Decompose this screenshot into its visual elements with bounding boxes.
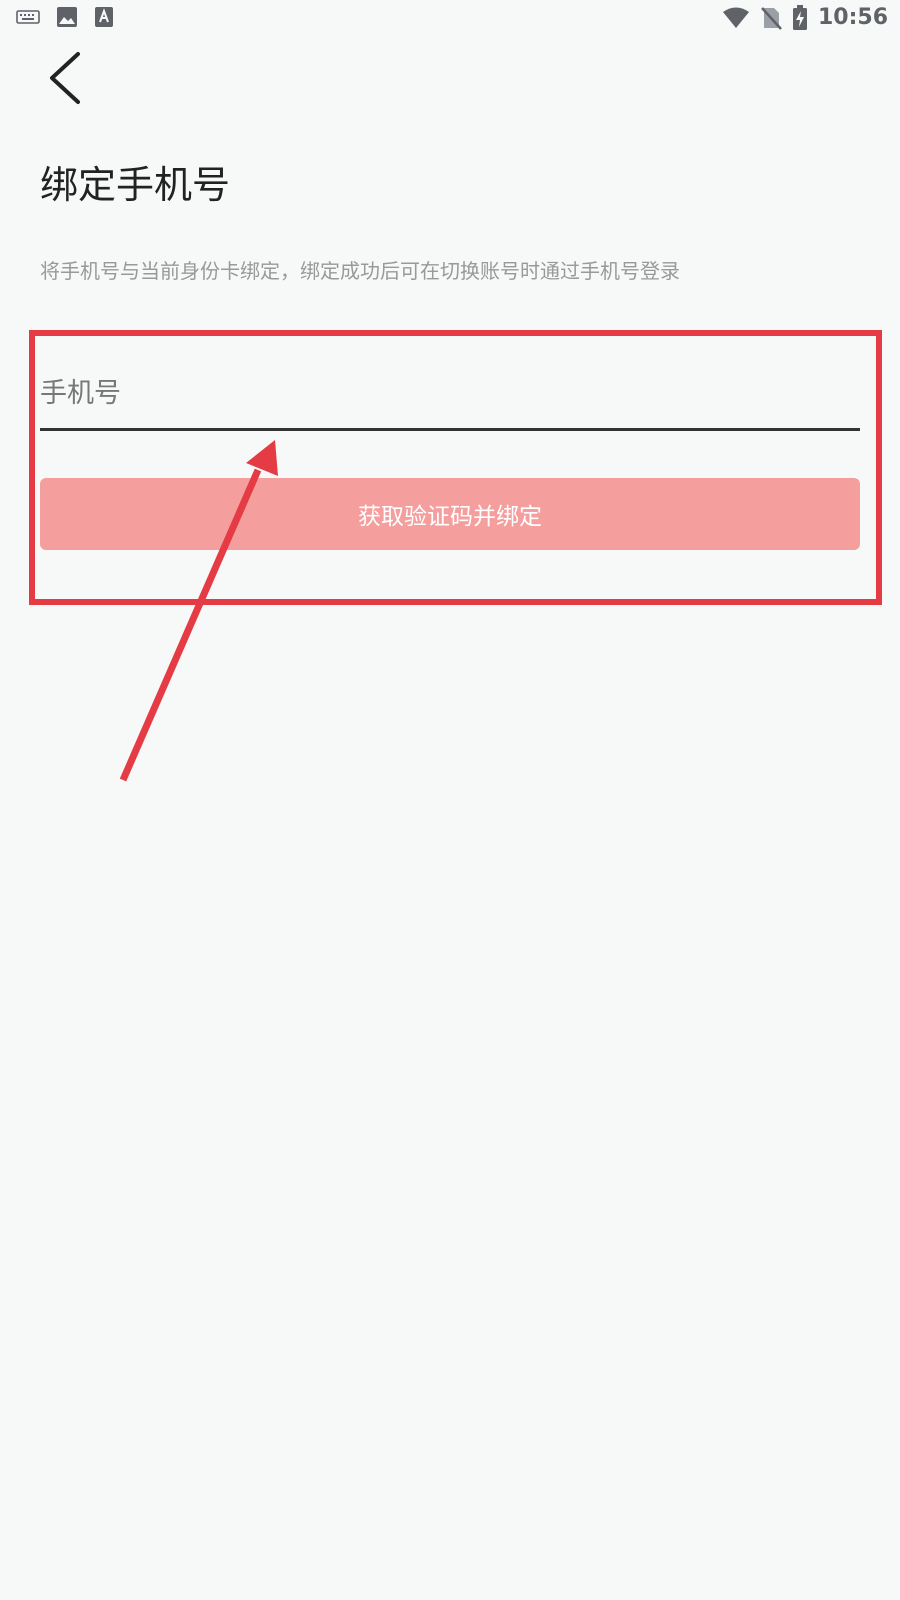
bind-phone-screen: 10:56 绑定手机号 将手机号与当前身份卡绑定，绑定成功后可在切换账号时通过手… xyxy=(0,0,900,1600)
status-bar: 10:56 xyxy=(0,0,900,36)
phone-field xyxy=(40,366,860,431)
phone-input[interactable] xyxy=(40,366,860,420)
chevron-left-icon xyxy=(36,52,96,114)
status-time: 10:56 xyxy=(817,5,888,30)
font-icon xyxy=(94,6,114,28)
status-bar-left xyxy=(16,6,114,28)
image-icon xyxy=(56,6,78,28)
wifi-icon xyxy=(722,7,750,29)
page-title: 绑定手机号 xyxy=(40,163,231,207)
no-sim-icon xyxy=(760,6,782,30)
status-bar-right: 10:56 xyxy=(722,4,888,32)
keyboard-icon xyxy=(16,8,40,26)
page-description: 将手机号与当前身份卡绑定，绑定成功后可在切换账号时通过手机号登录 xyxy=(40,259,680,283)
get-code-and-bind-button[interactable]: 获取验证码并绑定 xyxy=(40,478,860,550)
back-button[interactable] xyxy=(36,46,96,110)
battery-charging-icon xyxy=(792,5,808,31)
